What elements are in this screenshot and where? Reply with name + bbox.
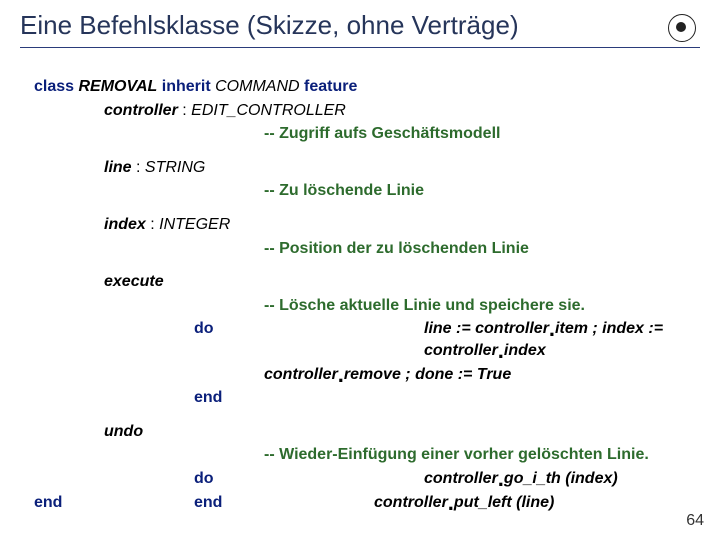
- undo-comment: -- Wieder-Einfügung einer vorher gelösch…: [34, 444, 700, 466]
- exec-body-1: line := controller: [424, 320, 549, 337]
- line-decl: line : STRING: [34, 157, 700, 179]
- execute-decl: execute: [34, 271, 700, 293]
- index-comment: -- Position der zu löschenden Linie: [34, 238, 700, 260]
- class-name: REMOVAL: [79, 78, 158, 95]
- class-end: end: [34, 494, 62, 511]
- controller-type: EDIT_CONTROLLER: [191, 102, 346, 119]
- undo-end: end: [194, 494, 222, 511]
- index-ident: index: [104, 216, 146, 233]
- undo-do-line: do controller.go_i_th (index): [34, 468, 700, 490]
- undo-body-1: controller: [424, 470, 498, 487]
- execute-do-line: do line := controller.item ; index := co…: [34, 318, 700, 361]
- page-number: 64: [686, 512, 704, 530]
- undo-body-2: controller: [374, 494, 448, 511]
- page-title: Eine Befehlsklasse (Skizze, ohne Verträg…: [20, 10, 519, 45]
- class-decl-line: class REMOVAL inherit COMMAND feature: [34, 76, 700, 98]
- controller-decl: controller : EDIT_CONTROLLER: [34, 100, 700, 122]
- undo-end-line: end end controller.put_left (line): [34, 492, 700, 514]
- title-divider: [20, 47, 700, 48]
- kw-do-undo: do: [194, 470, 214, 487]
- code-block: class REMOVAL inherit COMMAND feature co…: [20, 76, 700, 513]
- execute-comment: -- Lösche aktuelle Linie und speichere s…: [34, 295, 700, 317]
- kw-do-exec: do: [194, 320, 214, 337]
- index-type: INTEGER: [159, 216, 230, 233]
- execute-end: end: [34, 387, 700, 409]
- exec-body-2: controller.remove ; done := True: [34, 364, 700, 386]
- undo-decl: undo: [34, 421, 700, 443]
- line-type: STRING: [145, 159, 205, 176]
- kw-inherit: inherit: [162, 78, 211, 95]
- parent-class: COMMAND: [215, 78, 299, 95]
- kw-class: class: [34, 78, 74, 95]
- controller-comment: -- Zugriff aufs Geschäftsmodell: [34, 123, 700, 145]
- line-comment: -- Zu löschende Linie: [34, 180, 700, 202]
- line-ident: line: [104, 159, 132, 176]
- index-decl: index : INTEGER: [34, 214, 700, 236]
- logo-icon: [668, 14, 696, 42]
- kw-feature: feature: [304, 78, 357, 95]
- controller-ident: controller: [104, 102, 178, 119]
